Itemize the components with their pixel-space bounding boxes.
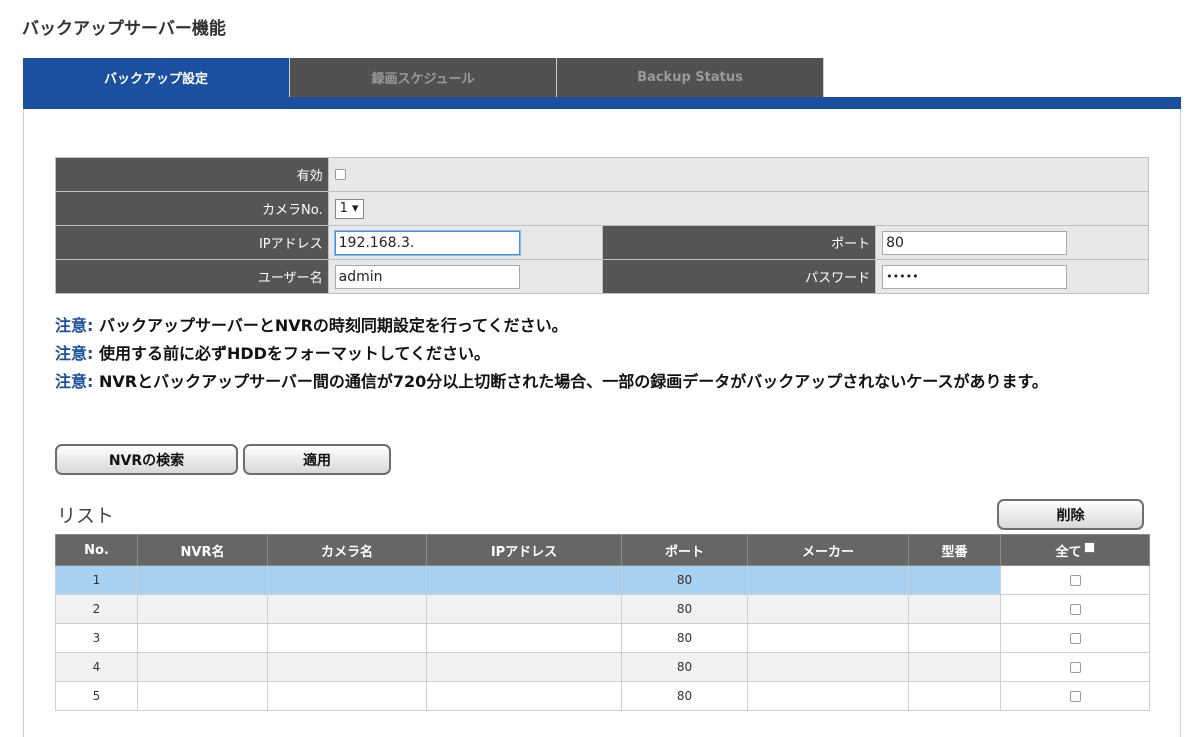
note-label: 注意:: [55, 316, 94, 335]
ip-address-input[interactable]: 192.168.3.: [334, 230, 520, 255]
row-checkbox[interactable]: [1069, 691, 1081, 702]
cell-ip-address: [426, 594, 622, 624]
apply-button[interactable]: 適用: [243, 444, 391, 475]
cell-camera-name: [267, 681, 427, 711]
note-text: バックアップサーバーとNVRの時刻同期設定を行ってください。: [93, 316, 568, 335]
note-item: 注意: 使用する前に必ずHDDをフォーマットしてください。: [55, 340, 1155, 368]
table-row[interactable]: 1 80: [55, 565, 1150, 595]
cell-port: 80: [621, 623, 748, 653]
cell-no: 3: [55, 623, 138, 653]
note-text: NVRとバックアップサーバー間の通信が720分以上切断された場合、一部の録画デー…: [93, 372, 1048, 391]
cell-maker: [747, 623, 909, 653]
note-item: 注意: NVRとバックアップサーバー間の通信が720分以上切断された場合、一部の…: [55, 368, 1155, 396]
row-checkbox[interactable]: [1069, 575, 1081, 586]
cell-select: [1000, 565, 1150, 595]
cell-model: [908, 623, 1001, 653]
cell-nvr-name: [137, 623, 268, 653]
tab-backup-settings[interactable]: バックアップ設定: [23, 58, 290, 97]
port-label: ポート: [601, 225, 877, 260]
cell-nvr-name: [137, 681, 268, 711]
select-all-label: 全て: [1055, 544, 1082, 560]
cell-maker: [747, 681, 909, 711]
cell-select: [1000, 652, 1150, 682]
tab-strip: [23, 97, 1181, 109]
col-header-camera-name: カメラ名: [267, 534, 427, 566]
delete-button[interactable]: 削除: [997, 499, 1144, 530]
cell-no: 1: [55, 565, 138, 595]
note-text: 使用する前に必ずHDDをフォーマットしてください。: [93, 344, 490, 363]
cell-no: 4: [55, 652, 138, 682]
cell-maker: [747, 565, 909, 595]
col-header-port: ポート: [621, 534, 748, 566]
cell-model: [908, 565, 1001, 595]
username-input[interactable]: admin: [334, 264, 520, 289]
cell-camera-name: [267, 652, 427, 682]
camera-no-label: カメラNo.: [55, 191, 329, 226]
cell-no: 5: [55, 681, 138, 711]
password-label: パスワード: [601, 259, 877, 294]
row-checkbox[interactable]: [1069, 633, 1081, 644]
password-input[interactable]: •••••: [882, 264, 1068, 289]
cell-ip-address: [426, 681, 622, 711]
cell-ip-address: [426, 623, 622, 653]
note-label: 注意:: [55, 372, 94, 391]
cell-port: 80: [621, 652, 748, 682]
enabled-label: 有効: [55, 157, 329, 192]
row-checkbox[interactable]: [1069, 604, 1081, 615]
cell-camera-name: [267, 623, 427, 653]
nvr-list-table: No. NVR名 カメラ名 IPアドレス ポート メーカー 型番 全て 1 80…: [55, 534, 1150, 711]
cell-nvr-name: [137, 565, 268, 595]
col-header-select-all: 全て: [1000, 534, 1150, 566]
cell-nvr-name: [137, 594, 268, 624]
cell-no: 2: [55, 594, 138, 624]
table-row[interactable]: 3 80: [55, 623, 1150, 653]
row-checkbox[interactable]: [1069, 662, 1081, 673]
note-label: 注意:: [55, 344, 94, 363]
cell-select: [1000, 623, 1150, 653]
cell-port: 80: [621, 565, 748, 595]
cell-select: [1000, 681, 1150, 711]
cell-camera-name: [267, 565, 427, 595]
notes: 注意: バックアップサーバーとNVRの時刻同期設定を行ってください。 注意: 使…: [55, 312, 1155, 396]
cell-ip-address: [426, 565, 622, 595]
page-title: バックアップサーバー機能: [22, 19, 226, 39]
cell-model: [908, 594, 1001, 624]
cell-camera-name: [267, 594, 427, 624]
cell-ip-address: [426, 652, 622, 682]
tab-backup-status[interactable]: Backup Status: [557, 58, 824, 97]
col-header-no: No.: [55, 534, 138, 566]
tab-bar: バックアップ設定 録画スケジュール Backup Status: [23, 58, 824, 97]
list-title: リスト: [57, 505, 115, 527]
settings-table: 有効 カメラNo. 1 ▾ IPアドレス 192.168.3. ポート 80 ユ…: [55, 157, 1150, 294]
username-label: ユーザー名: [55, 259, 329, 294]
cell-maker: [747, 652, 909, 682]
cell-port: 80: [621, 681, 748, 711]
note-item: 注意: バックアップサーバーとNVRの時刻同期設定を行ってください。: [55, 312, 1155, 340]
camera-no-select[interactable]: 1 ▾: [334, 198, 364, 219]
search-nvr-button[interactable]: NVRの検索: [55, 444, 238, 475]
tab-recording-schedule[interactable]: 録画スケジュール: [290, 58, 557, 97]
col-header-ip-address: IPアドレス: [426, 534, 622, 566]
cell-select: [1000, 594, 1150, 624]
table-row[interactable]: 2 80: [55, 594, 1150, 624]
cell-model: [908, 652, 1001, 682]
port-input[interactable]: 80: [882, 230, 1068, 255]
table-header-row: No. NVR名 カメラ名 IPアドレス ポート メーカー 型番 全て: [55, 534, 1150, 566]
cell-port: 80: [621, 594, 748, 624]
enabled-checkbox[interactable]: [334, 169, 346, 180]
col-header-nvr-name: NVR名: [137, 534, 268, 566]
table-row[interactable]: 5 80: [55, 681, 1150, 711]
cell-maker: [747, 594, 909, 624]
table-row[interactable]: 4 80: [55, 652, 1150, 682]
select-all-checkbox[interactable]: [1083, 541, 1095, 553]
ip-address-label: IPアドレス: [55, 225, 329, 260]
col-header-maker: メーカー: [747, 534, 909, 566]
cell-nvr-name: [137, 652, 268, 682]
cell-model: [908, 681, 1001, 711]
col-header-model: 型番: [908, 534, 1001, 566]
